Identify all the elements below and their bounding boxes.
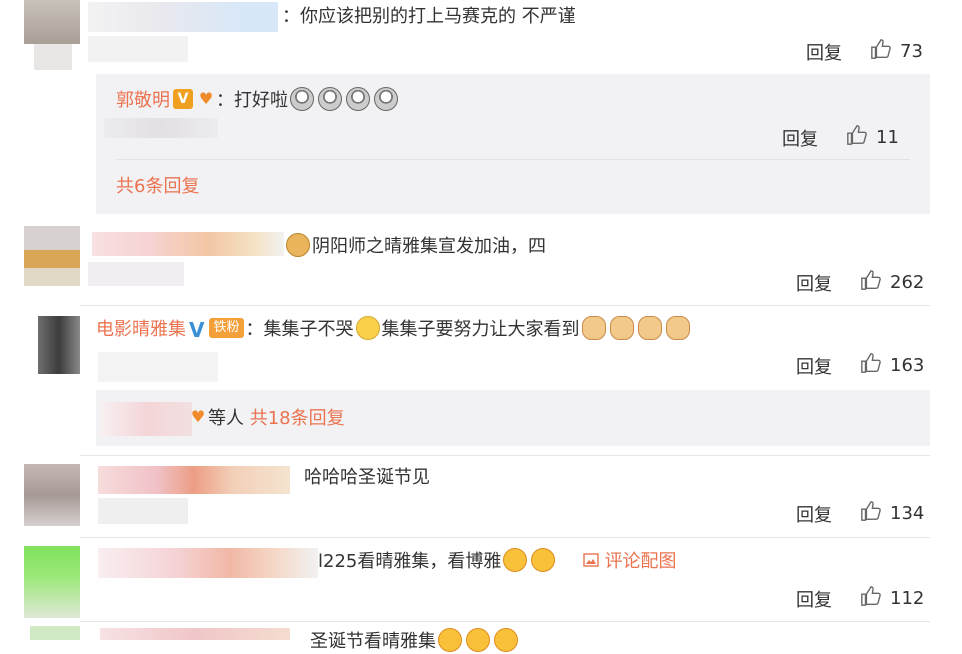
smile-emoji-icon xyxy=(355,316,380,340)
collapsed-suffix: 等人 xyxy=(208,408,244,429)
username-blur[interactable] xyxy=(98,466,290,494)
like-count: 262 xyxy=(890,272,925,293)
emoji-icon xyxy=(290,87,314,111)
comment-text: 哈哈哈圣诞节见 xyxy=(304,467,430,488)
image-link-label: 评论配图 xyxy=(604,551,677,572)
like-icon[interactable] xyxy=(860,352,882,379)
divider xyxy=(80,455,930,456)
divider xyxy=(80,537,930,538)
reply-actions: 回复 11 xyxy=(782,124,899,151)
username-blur-2 xyxy=(88,262,184,286)
image-link[interactable]: 评论配图 xyxy=(583,551,677,572)
comment-text-line: l225看晴雅集，看博雅 评论配图 xyxy=(318,548,677,574)
doge-emoji-icon xyxy=(286,233,310,257)
like-count: 11 xyxy=(876,127,899,148)
avatar[interactable] xyxy=(30,626,80,640)
username-blur[interactable] xyxy=(92,232,284,256)
comment-text-a: ：集集子不哭 xyxy=(245,319,354,340)
like-icon[interactable] xyxy=(846,124,868,151)
avatar[interactable] xyxy=(24,226,80,286)
image-icon xyxy=(583,553,599,567)
like-count: 163 xyxy=(890,355,925,376)
more-replies-link[interactable]: 共6条回复 xyxy=(116,176,199,198)
emoji-icon xyxy=(374,87,398,111)
comment-actions: 回复 262 xyxy=(796,269,924,296)
username-blur-2 xyxy=(98,498,188,524)
verified-blue-v-icon: V xyxy=(189,318,205,342)
like-count: 112 xyxy=(890,588,925,609)
username-blur-2 xyxy=(88,36,188,62)
verified-v-icon: V xyxy=(173,89,193,109)
comment-text: 圣诞节看晴雅集 xyxy=(310,631,436,652)
like-icon[interactable] xyxy=(860,269,882,296)
fist-emoji-icon xyxy=(609,316,634,340)
reply-button[interactable]: 回复 xyxy=(806,39,842,65)
reply-button[interactable]: 回复 xyxy=(796,501,832,527)
comment-actions: 回复 134 xyxy=(796,500,924,527)
reply-text: ：打好啦 xyxy=(216,90,288,111)
comment-actions: 回复 73 xyxy=(806,38,923,65)
comment-text-line: 阴阳师之晴雅集宣发加油，四 xyxy=(284,233,546,259)
username-blur[interactable] xyxy=(100,628,290,640)
fist-emoji-icon xyxy=(637,316,662,340)
laugh-cry-emoji-icon xyxy=(503,548,528,572)
emoji-icon xyxy=(318,87,342,111)
avatar[interactable] xyxy=(24,0,80,44)
reply-button[interactable]: 回复 xyxy=(782,125,818,151)
username-blur[interactable] xyxy=(88,2,278,32)
reply-username[interactable]: 郭敬明 xyxy=(116,90,170,111)
collapsed-replies-line: ♥ 等人 共18条回复 xyxy=(188,407,345,430)
laugh-cry-emoji-icon xyxy=(466,628,490,652)
laugh-cry-emoji-icon xyxy=(494,628,518,652)
comment-actions: 回复 163 xyxy=(796,352,924,379)
blur-strip xyxy=(98,352,218,382)
reply-line: 郭敬明 V ♥ ：打好啦 xyxy=(116,87,400,113)
divider xyxy=(80,621,930,622)
heart-badge-icon: ♥ xyxy=(198,89,214,108)
avatar[interactable] xyxy=(38,316,80,374)
avatar[interactable] xyxy=(24,546,80,618)
replier-blur xyxy=(100,402,192,436)
comment-username[interactable]: 电影晴雅集 xyxy=(96,319,186,340)
fan-badge: 铁粉 xyxy=(209,318,244,338)
avatar[interactable] xyxy=(24,464,80,526)
like-icon[interactable] xyxy=(860,585,882,612)
comment-text-line: 圣诞节看晴雅集 xyxy=(310,628,520,654)
reply-button[interactable]: 回复 xyxy=(796,586,832,612)
divider xyxy=(80,305,930,306)
like-count: 73 xyxy=(900,41,923,62)
comment-text-line: 电影晴雅集 V 铁粉 ：集集子不哭 集集子要努力让大家看到 xyxy=(96,316,692,342)
reply-button[interactable]: 回复 xyxy=(796,353,832,379)
laugh-cry-emoji-icon xyxy=(531,548,556,572)
reply-button[interactable]: 回复 xyxy=(796,270,832,296)
comment-text: 阴阳师之晴雅集宣发加油，四 xyxy=(312,236,546,257)
laugh-cry-emoji-icon xyxy=(438,628,462,652)
like-icon[interactable] xyxy=(860,500,882,527)
like-icon[interactable] xyxy=(870,38,892,65)
comment-text: ：你应该把别的打上马赛克的 不严谨 xyxy=(282,6,576,27)
comment-text-b: 集集子要努力让大家看到 xyxy=(381,319,580,340)
comment-actions: 回复 112 xyxy=(796,585,924,612)
fist-emoji-icon xyxy=(581,316,606,340)
like-count: 134 xyxy=(890,503,925,524)
comment-text: l225看晴雅集，看博雅 xyxy=(318,551,502,572)
more-replies-link[interactable]: 共18条回复 xyxy=(250,408,345,429)
username-blur[interactable] xyxy=(98,548,318,578)
heart-badge-icon: ♥ xyxy=(190,407,206,426)
divider xyxy=(116,159,910,160)
avatar-blur-strip xyxy=(34,44,72,70)
fist-emoji-icon xyxy=(665,316,690,340)
reply-blur xyxy=(104,118,218,138)
emoji-icon xyxy=(346,87,370,111)
